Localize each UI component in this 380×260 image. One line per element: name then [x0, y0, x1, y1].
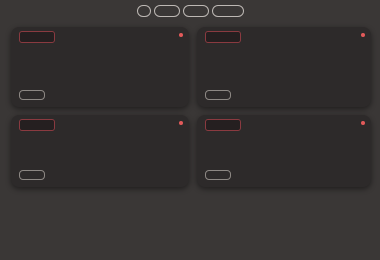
post-card[interactable]	[11, 115, 189, 187]
post-card[interactable]	[197, 27, 371, 107]
post-card[interactable]	[11, 27, 189, 107]
read-more-button[interactable]	[19, 90, 45, 100]
read-more-button[interactable]	[19, 170, 45, 180]
filter-chip[interactable]	[211, 5, 244, 17]
status-dot-icon	[361, 121, 365, 125]
card-badge	[205, 119, 241, 131]
read-more-button[interactable]	[205, 170, 231, 180]
filter-chip[interactable]	[153, 5, 180, 17]
page	[0, 0, 380, 260]
card-badge	[19, 119, 55, 131]
read-more-button[interactable]	[205, 90, 231, 100]
filter-chip[interactable]	[182, 5, 209, 17]
filter-bar	[0, 5, 380, 19]
card-badge	[205, 31, 241, 43]
post-card[interactable]	[197, 115, 371, 187]
filter-chip-all[interactable]	[136, 5, 151, 17]
status-dot-icon	[361, 33, 365, 37]
card-badge	[19, 31, 55, 43]
status-dot-icon	[179, 121, 183, 125]
status-dot-icon	[179, 33, 183, 37]
